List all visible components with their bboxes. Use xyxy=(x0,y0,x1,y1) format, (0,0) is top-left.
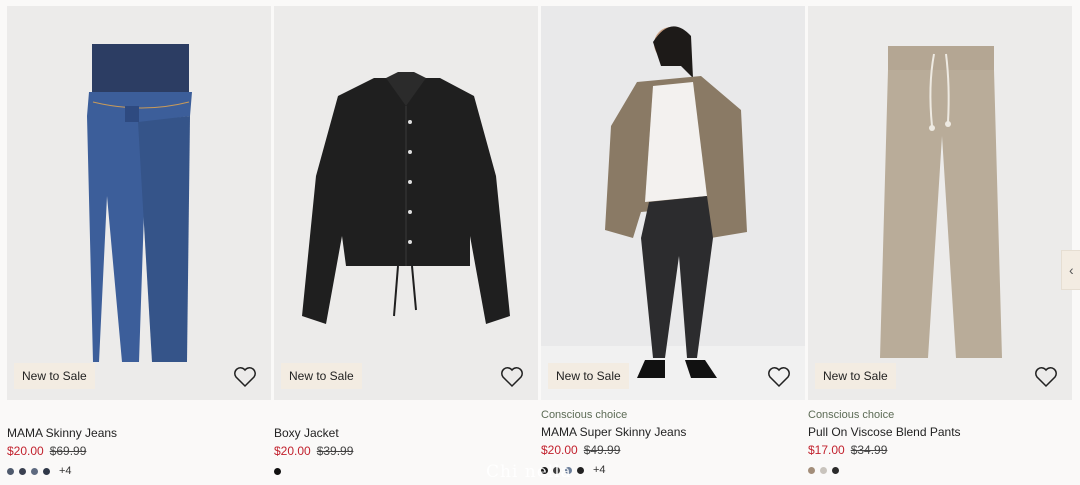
product-name[interactable]: MAMA Skinny Jeans xyxy=(7,425,271,442)
price-row: $17.00 $34.99 xyxy=(808,442,1072,459)
color-swatches: +4 xyxy=(541,462,805,478)
heart-icon[interactable] xyxy=(500,366,524,388)
watermark: Chi nella xyxy=(486,462,572,482)
conscious-tag: Conscious choice xyxy=(541,409,628,421)
sale-price: $20.00 xyxy=(274,444,311,458)
sale-badge: New to Sale xyxy=(281,363,362,389)
product-info: Conscious choice MAMA Super Skinny Jeans… xyxy=(541,400,805,478)
color-swatch[interactable] xyxy=(31,467,38,475)
heart-icon[interactable] xyxy=(233,366,257,388)
product-card[interactable]: New to Sale Boxy Jacket $20.00 $39.99 xyxy=(274,6,538,479)
product-info: Conscious choice Pull On Viscose Blend P… xyxy=(808,400,1072,478)
product-image[interactable]: New to Sale xyxy=(808,6,1072,400)
product-info: MAMA Skinny Jeans $20.00 $69.99 +4 xyxy=(7,400,271,479)
original-price: $69.99 xyxy=(49,444,87,458)
product-name[interactable]: MAMA Super Skinny Jeans xyxy=(541,424,805,441)
sale-price: $20.00 xyxy=(7,444,44,458)
carousel-next-button[interactable]: ‹ xyxy=(1061,250,1080,290)
heart-icon[interactable] xyxy=(767,366,791,388)
sale-price: $17.00 xyxy=(808,443,845,457)
sale-price: $20.00 xyxy=(541,443,578,457)
product-image[interactable]: New to Sale xyxy=(274,6,538,400)
jeans-image xyxy=(7,6,271,400)
original-price: $34.99 xyxy=(850,443,888,457)
product-name[interactable]: Pull On Viscose Blend Pants xyxy=(808,424,1072,441)
price-row: $20.00 $49.99 xyxy=(541,442,805,459)
product-image[interactable]: New to Sale xyxy=(541,6,805,400)
sale-badge: New to Sale xyxy=(815,363,896,389)
product-card[interactable]: New to Sale MAMA Skinny Jeans $20.00 $69.… xyxy=(7,6,271,479)
original-price: $49.99 xyxy=(583,443,621,457)
product-image[interactable]: New to Sale xyxy=(7,6,271,400)
product-card[interactable]: New to Sale Conscious choice MAMA Super … xyxy=(541,6,805,478)
product-grid: New to Sale MAMA Skinny Jeans $20.00 $69.… xyxy=(0,0,1080,485)
jacket-image xyxy=(274,6,538,400)
color-swatch[interactable] xyxy=(43,467,50,475)
color-swatch[interactable] xyxy=(19,467,26,475)
color-swatches: +4 xyxy=(7,463,271,479)
price-row: $20.00 $39.99 xyxy=(274,443,538,460)
chevron-icon: ‹ xyxy=(1069,262,1074,278)
heart-icon[interactable] xyxy=(1034,366,1058,388)
color-swatch[interactable] xyxy=(808,466,815,474)
more-colors[interactable]: +4 xyxy=(59,465,72,477)
color-swatch[interactable] xyxy=(820,466,827,474)
color-swatch[interactable] xyxy=(577,466,584,474)
pants-image xyxy=(808,6,1072,400)
sale-badge: New to Sale xyxy=(14,363,95,389)
color-swatch[interactable] xyxy=(832,466,839,474)
color-swatch[interactable] xyxy=(7,467,14,475)
product-card[interactable]: New to Sale Conscious choice Pull On Vis… xyxy=(808,6,1072,478)
product-name[interactable]: Boxy Jacket xyxy=(274,425,538,442)
price-row: $20.00 $69.99 xyxy=(7,443,271,460)
original-price: $39.99 xyxy=(316,444,354,458)
color-swatch[interactable] xyxy=(274,467,281,475)
model-image xyxy=(541,6,805,400)
more-colors[interactable]: +4 xyxy=(593,464,606,476)
color-swatches xyxy=(808,462,1072,478)
sale-badge: New to Sale xyxy=(548,363,629,389)
conscious-tag: Conscious choice xyxy=(808,409,895,421)
